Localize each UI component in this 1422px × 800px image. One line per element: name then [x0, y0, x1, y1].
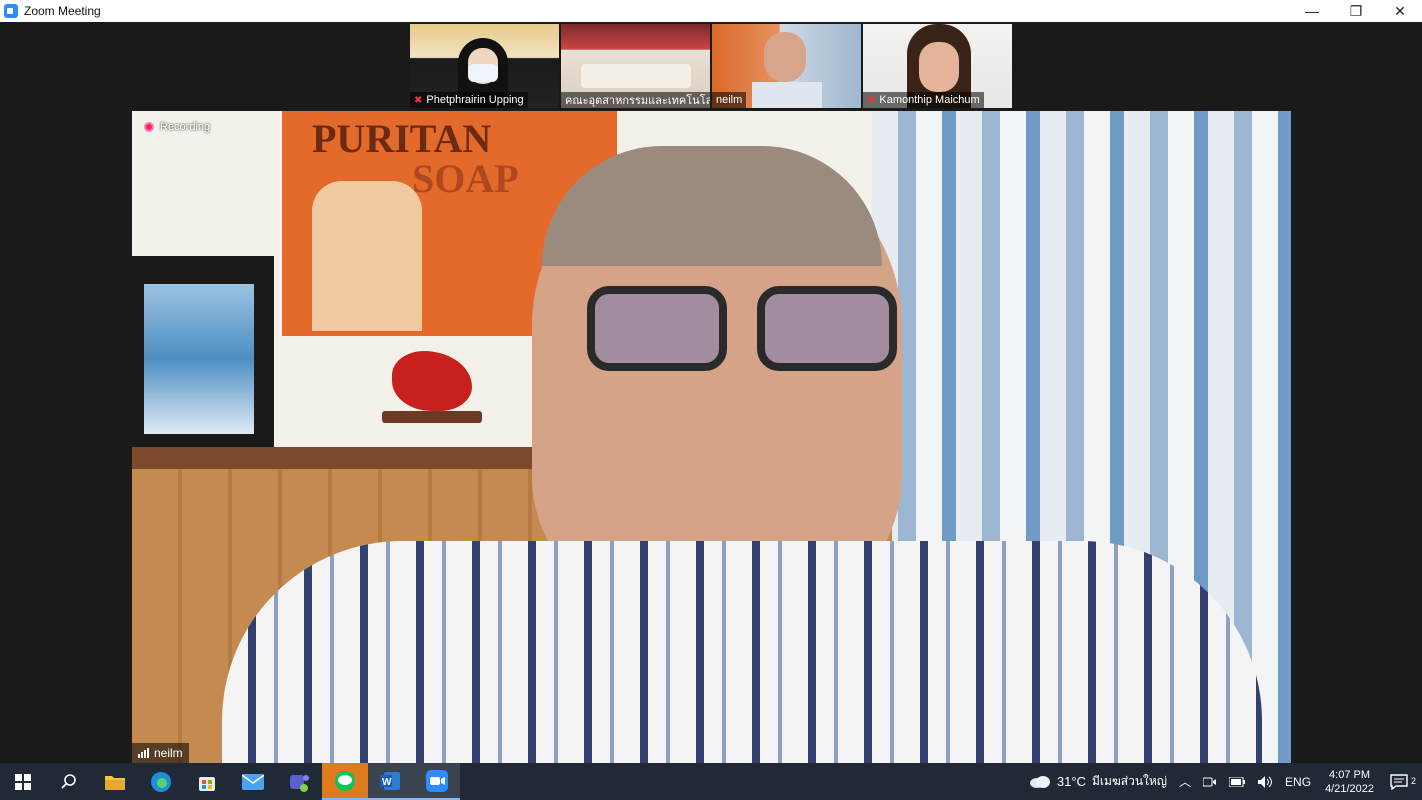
language-indicator[interactable]: ENG [1279, 775, 1317, 789]
participant-label: neilm [712, 92, 747, 108]
system-tray: 31°C มีเมฆส่วนใหญ่ ︿ ENG 4:07 PM 4/21/20… [1023, 763, 1422, 800]
participant-tile[interactable]: ✖ Phetphrairin Upping [410, 24, 559, 108]
notification-count: 2 [1410, 775, 1416, 786]
zoom-app-icon [426, 769, 448, 792]
word-button[interactable]: W [368, 763, 414, 800]
search-button[interactable] [46, 763, 92, 800]
weather-location: มีเมฆส่วนใหญ่ [1091, 774, 1168, 788]
speaker-name-tag: neilm [132, 743, 189, 763]
participant-tile[interactable]: คณะอุตสาหกรรมและเทคโนโล... [561, 24, 710, 108]
volume-icon [1258, 775, 1273, 788]
edge-button[interactable] [138, 763, 184, 800]
camera-icon [1203, 777, 1217, 786]
line-icon [335, 770, 355, 791]
recording-indicator: Recording [144, 121, 210, 133]
teams-icon [290, 774, 309, 792]
start-button[interactable] [0, 763, 46, 800]
notification-icon [1390, 773, 1408, 790]
zoom-icon [4, 4, 18, 18]
word-icon: W [380, 771, 400, 790]
restore-button[interactable]: ❐ [1334, 0, 1378, 22]
recording-label: Recording [160, 121, 211, 133]
file-explorer-button[interactable] [92, 763, 138, 800]
battery-icon [1229, 776, 1246, 787]
participant-label: ✖ Kamonthip Maichum [863, 92, 984, 108]
participant-label: ✖ Phetphrairin Upping [410, 92, 528, 108]
mail-icon [242, 773, 264, 790]
clock-date: 4/21/2022 [1325, 782, 1374, 795]
store-button[interactable] [184, 763, 230, 800]
weather-widget[interactable]: 31°C มีเมฆส่วนใหญ่ [1023, 772, 1173, 791]
title-bar: Zoom Meeting — ❐ ✕ [0, 0, 1422, 22]
record-icon [144, 122, 154, 132]
window-title: Zoom Meeting [24, 4, 101, 18]
battery-button[interactable] [1223, 776, 1251, 787]
show-hidden-icons-button[interactable]: ︿ [1173, 773, 1197, 790]
poster-subtitle: SOAP [412, 156, 519, 201]
search-icon [61, 773, 76, 789]
shirt [222, 541, 1262, 763]
weather-temp: 31°C [1056, 774, 1086, 789]
teams-button[interactable] [276, 763, 322, 800]
mic-off-icon: ✖ [867, 94, 876, 106]
cloud-icon [1029, 775, 1050, 788]
notifications-button[interactable]: 2 [1382, 773, 1422, 790]
participant-tile[interactable]: neilm [712, 24, 861, 108]
clock-time: 4:07 PM [1329, 768, 1371, 781]
meet-now-button[interactable] [1197, 776, 1223, 788]
meeting-stage: ✖ Phetphrairin Upping คณะอุตสาหกรรมและเทค… [0, 22, 1422, 763]
folder-icon [105, 775, 125, 790]
zoom-button[interactable] [414, 763, 460, 800]
taskbar: W 31°C มีเมฆส่วนใหญ่ ︿ ENG 4:07 PM 4/21/… [0, 763, 1422, 800]
participant-label: คณะอุตสาหกรรมและเทคโนโล... [561, 92, 710, 108]
clock[interactable]: 4:07 PM 4/21/2022 [1317, 768, 1382, 796]
speaker-name: neilm [154, 746, 183, 760]
volume-button[interactable] [1251, 775, 1279, 789]
store-icon [199, 776, 215, 791]
close-button[interactable]: ✕ [1378, 0, 1422, 22]
minimize-button[interactable]: — [1290, 0, 1334, 22]
mic-off-icon: ✖ [414, 94, 423, 106]
line-button[interactable] [322, 763, 368, 800]
chevron-up-icon: ︿ [1179, 775, 1192, 789]
edge-icon [151, 771, 171, 792]
framed-picture [132, 256, 274, 451]
glasses [587, 286, 897, 376]
window-controls: — ❐ ✕ [1290, 0, 1422, 22]
dragon-figurine [372, 341, 492, 441]
signal-icon [138, 748, 149, 758]
active-speaker-video[interactable]: PURITAN SOAP Recording neilm [132, 111, 1291, 763]
participant-strip: ✖ Phetphrairin Upping คณะอุตสาหกรรมและเทค… [410, 24, 1012, 108]
windows-icon [15, 773, 31, 790]
mail-button[interactable] [230, 763, 276, 800]
svg-text:W: W [382, 777, 392, 788]
participant-tile[interactable]: ✖ Kamonthip Maichum [863, 24, 1012, 108]
